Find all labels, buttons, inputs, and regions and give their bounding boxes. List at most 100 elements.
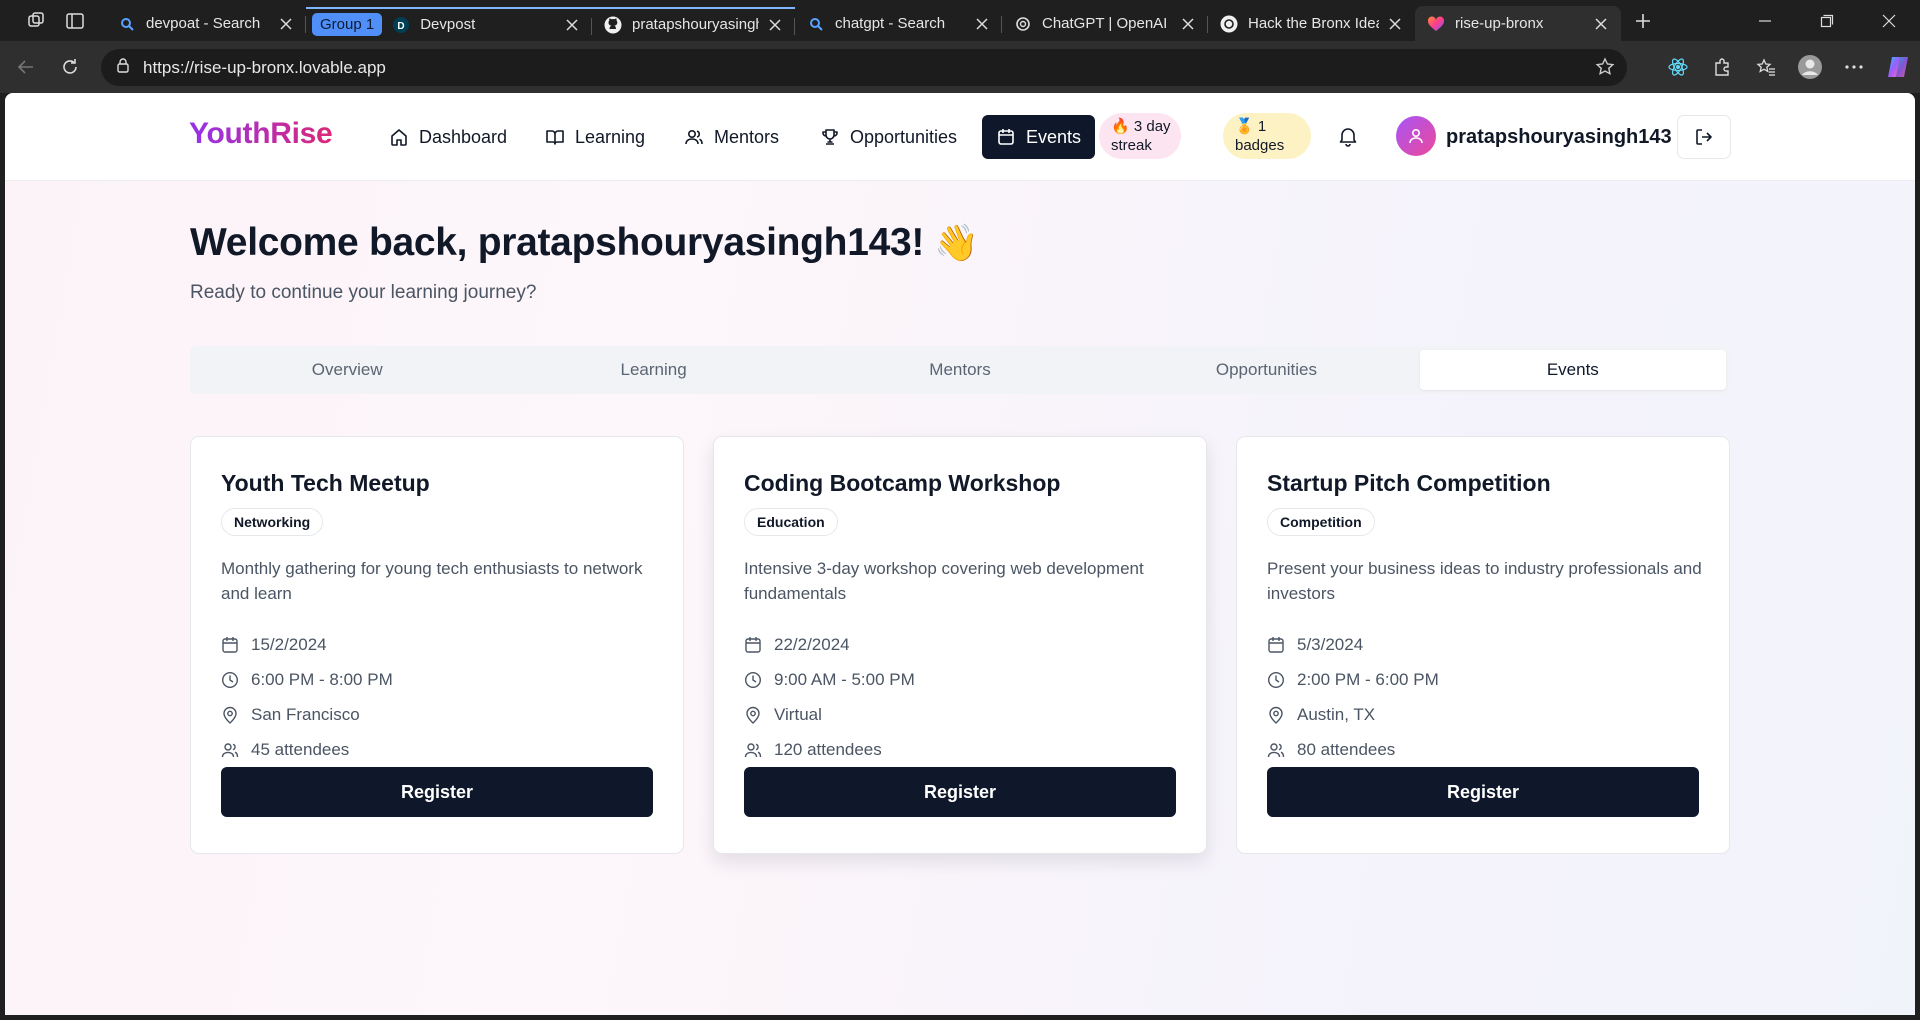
svg-text:D: D bbox=[398, 21, 405, 32]
nav-dashboard[interactable]: Dashboard bbox=[389, 117, 507, 157]
close-window-icon[interactable] bbox=[1858, 0, 1920, 41]
user-avatar[interactable] bbox=[1396, 116, 1436, 156]
browser-tab[interactable]: pratapshouryasingh bbox=[592, 6, 795, 41]
favorites-icon[interactable] bbox=[1744, 41, 1788, 93]
minimize-icon[interactable] bbox=[1734, 0, 1796, 41]
tab-overview[interactable]: Overview bbox=[194, 350, 500, 390]
more-options-icon[interactable] bbox=[1832, 41, 1876, 93]
url-text: https://rise-up-bronx.lovable.app bbox=[143, 57, 386, 77]
url-field[interactable]: https://rise-up-bronx.lovable.app bbox=[101, 49, 1627, 86]
browser-tab[interactable]: Hack the Bronx Idea bbox=[1208, 7, 1415, 41]
clock-icon bbox=[221, 671, 239, 689]
react-devtools-extension-icon[interactable] bbox=[1656, 41, 1700, 93]
browser-tab[interactable]: Group 1 D Devpost bbox=[306, 6, 592, 41]
notifications-bell-icon[interactable] bbox=[1337, 125, 1359, 152]
register-button[interactable]: Register bbox=[1267, 767, 1699, 817]
extensions-puzzle-icon[interactable] bbox=[1700, 41, 1744, 93]
event-location: Virtual bbox=[774, 705, 822, 724]
calendar-icon bbox=[998, 129, 1014, 145]
nav-mentors[interactable]: Mentors bbox=[684, 117, 779, 157]
github-icon bbox=[604, 16, 622, 34]
event-time-row: 6:00 PM - 8:00 PM bbox=[221, 668, 393, 692]
event-attendees: 80 attendees bbox=[1297, 740, 1396, 759]
calendar-icon bbox=[222, 637, 238, 653]
logout-button[interactable] bbox=[1677, 115, 1731, 159]
close-tab-icon[interactable] bbox=[765, 15, 785, 35]
refresh-icon[interactable] bbox=[48, 47, 92, 87]
nav-mentors-label: Mentors bbox=[714, 126, 780, 147]
close-tab-icon[interactable] bbox=[562, 15, 582, 35]
restore-icon[interactable] bbox=[1796, 0, 1858, 41]
users-icon bbox=[221, 743, 239, 758]
tab-title: Hack the Bronx Idea bbox=[1248, 15, 1379, 32]
badges-count-badge: 🏅 1 badges bbox=[1223, 113, 1311, 159]
close-tab-icon[interactable] bbox=[1591, 14, 1611, 34]
event-date-row: 5/3/2024 bbox=[1267, 633, 1363, 657]
event-location-row: Austin, TX bbox=[1267, 703, 1375, 727]
tab-title: ChatGPT | OpenAI bbox=[1042, 15, 1168, 32]
event-attendees: 45 attendees bbox=[251, 740, 350, 759]
welcome-heading: Welcome back, pratapshouryasingh143! 👋 bbox=[190, 221, 979, 265]
profile-avatar-icon[interactable] bbox=[1788, 41, 1832, 93]
tab-group-label[interactable]: Group 1 bbox=[312, 13, 383, 36]
favorite-star-icon[interactable] bbox=[1595, 57, 1615, 82]
close-tab-icon[interactable] bbox=[276, 14, 296, 34]
register-button[interactable]: Register bbox=[221, 767, 653, 817]
event-time-row: 2:00 PM - 6:00 PM bbox=[1267, 668, 1439, 692]
app-logo[interactable]: YouthRise bbox=[189, 117, 333, 151]
event-title: Youth Tech Meetup bbox=[221, 470, 430, 496]
browser-tab[interactable]: devpoat - Search bbox=[106, 7, 306, 41]
event-attendees-row: 120 attendees bbox=[744, 738, 882, 762]
book-icon bbox=[546, 130, 564, 145]
copilot-icon[interactable] bbox=[1876, 41, 1920, 93]
waving-hand-emoji: 👋 bbox=[934, 222, 979, 263]
back-arrow-icon[interactable] bbox=[4, 47, 48, 87]
user-icon bbox=[1409, 128, 1423, 144]
close-tab-icon[interactable] bbox=[972, 14, 992, 34]
openai-icon bbox=[1220, 15, 1238, 33]
close-tab-icon[interactable] bbox=[1385, 14, 1405, 34]
calendar-icon bbox=[745, 637, 761, 653]
site-info-lock-icon[interactable] bbox=[115, 57, 131, 78]
event-card: Youth Tech Meetup Networking Monthly gat… bbox=[190, 436, 684, 854]
browser-tab[interactable]: chatgpt - Search bbox=[795, 7, 1002, 41]
browser-tab[interactable]: ChatGPT | OpenAI bbox=[1002, 7, 1208, 41]
tab-opportunities[interactable]: Opportunities bbox=[1113, 350, 1419, 390]
event-time: 2:00 PM - 6:00 PM bbox=[1297, 670, 1439, 689]
event-title: Startup Pitch Competition bbox=[1267, 470, 1551, 496]
welcome-text: Welcome back, pratapshouryasingh143! bbox=[190, 221, 925, 264]
tab-learning[interactable]: Learning bbox=[500, 350, 806, 390]
event-category-tag: Education bbox=[744, 508, 838, 536]
trophy-icon bbox=[822, 129, 838, 145]
clock-icon bbox=[1267, 671, 1285, 689]
workspaces-icon[interactable] bbox=[18, 6, 56, 36]
nav-learning[interactable]: Learning bbox=[545, 117, 645, 157]
nav-opportunities[interactable]: Opportunities bbox=[820, 117, 957, 157]
username[interactable]: pratapshouryasingh143 bbox=[1446, 126, 1672, 149]
nav-opportunities-label: Opportunities bbox=[850, 126, 958, 147]
users-icon bbox=[685, 129, 703, 145]
tab-title: pratapshouryasingh bbox=[632, 16, 759, 33]
register-button[interactable]: Register bbox=[744, 767, 1176, 817]
event-title: Coding Bootcamp Workshop bbox=[744, 470, 1061, 496]
vertical-tabs-icon[interactable] bbox=[56, 6, 94, 36]
event-time-row: 9:00 AM - 5:00 PM bbox=[744, 668, 915, 692]
event-location-row: San Francisco bbox=[221, 703, 360, 727]
browser-tab-bar: devpoat - Search Group 1 D Devpost prata… bbox=[0, 0, 1920, 41]
new-tab-icon[interactable] bbox=[1621, 6, 1665, 36]
app-header: YouthRise Dashboard Learning Mentors Opp… bbox=[5, 93, 1915, 181]
tab-mentors[interactable]: Mentors bbox=[807, 350, 1113, 390]
tab-events[interactable]: Events bbox=[1419, 350, 1727, 390]
nav-events[interactable]: Events bbox=[982, 115, 1096, 159]
event-description: Present your business ideas to industry … bbox=[1267, 559, 1702, 603]
close-tab-icon[interactable] bbox=[1178, 14, 1198, 34]
browser-tab-active[interactable]: rise-up-bronx bbox=[1415, 6, 1621, 41]
event-date-row: 15/2/2024 bbox=[221, 633, 327, 657]
event-time: 9:00 AM - 5:00 PM bbox=[774, 670, 915, 689]
event-category-tag: Competition bbox=[1267, 508, 1375, 536]
event-description: Intensive 3-day workshop covering web de… bbox=[744, 559, 1144, 603]
event-description: Monthly gathering for young tech enthusi… bbox=[221, 559, 643, 603]
logout-icon bbox=[1696, 129, 1712, 145]
map-pin-icon bbox=[746, 706, 760, 724]
event-time: 6:00 PM - 8:00 PM bbox=[251, 670, 393, 689]
